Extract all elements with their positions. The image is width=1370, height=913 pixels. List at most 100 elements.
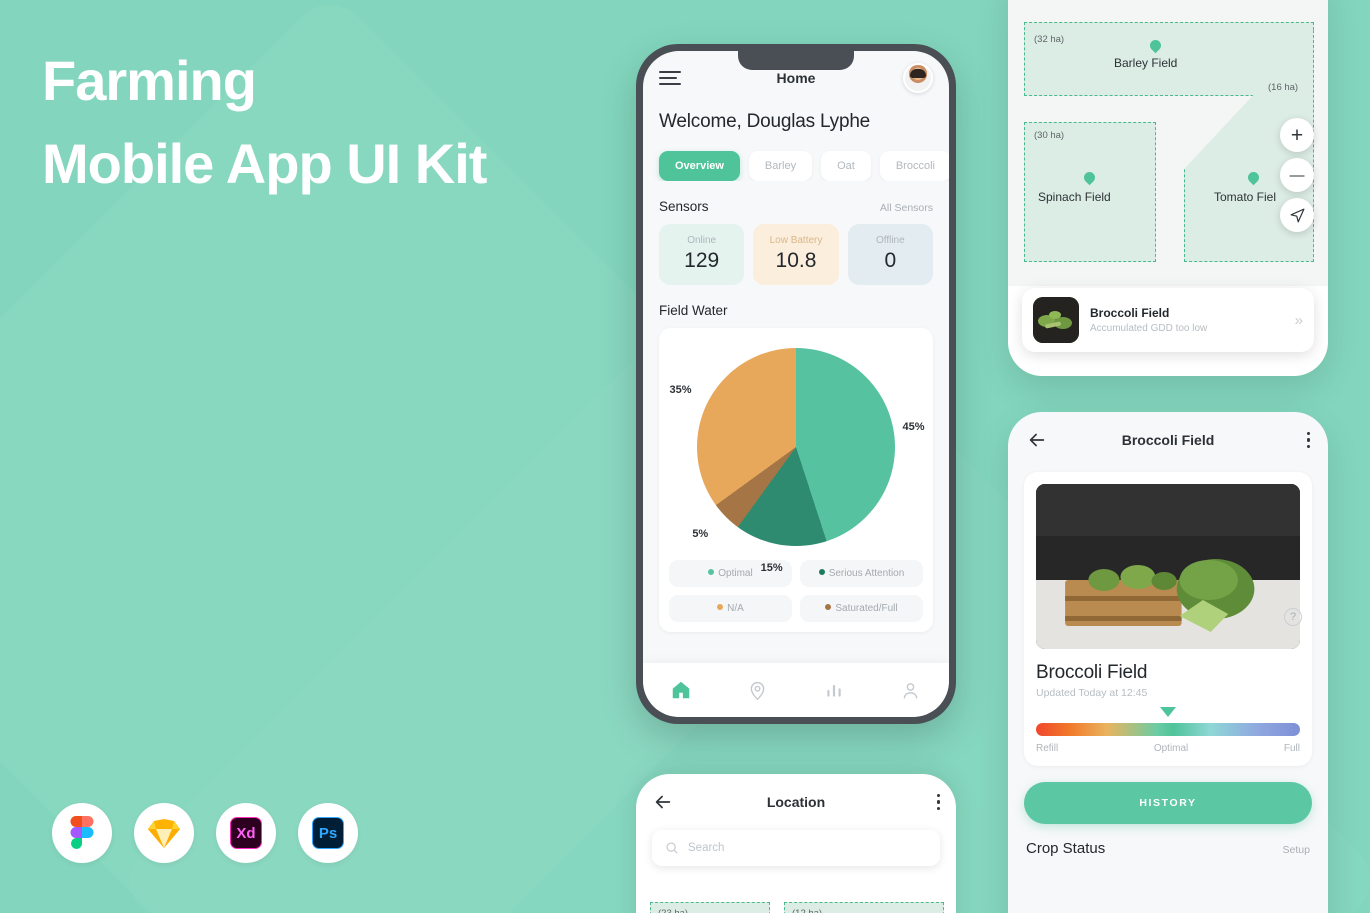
- pie-label-saturated-full: 5%: [692, 527, 709, 540]
- nav-home[interactable]: [643, 679, 720, 701]
- help-icon[interactable]: ?: [1284, 608, 1302, 626]
- crop-status-header: Crop Status Setup: [1008, 840, 1328, 857]
- figma-logo-badge: [52, 803, 112, 863]
- legend-dot-saturated-full: [825, 604, 832, 610]
- scale-label-refill: Refill: [1036, 743, 1059, 754]
- sensors-title: Sensors: [659, 199, 709, 214]
- stat-offline-value: 0: [884, 249, 897, 272]
- tab-oat[interactable]: Oat: [821, 151, 871, 181]
- stat-low-battery-value: 10.8: [775, 249, 817, 272]
- sketch-logo-icon: [148, 818, 180, 848]
- field-water-title: Field Water: [659, 303, 728, 318]
- search-input[interactable]: Search: [652, 830, 940, 866]
- legend-dot-optimal: [708, 569, 715, 575]
- crop-status-setup-link[interactable]: Setup: [1283, 844, 1310, 856]
- figma-logo-icon: [70, 816, 94, 849]
- bar-chart-icon: [827, 685, 841, 697]
- person-icon: [903, 682, 918, 698]
- locate-me-button[interactable]: [1280, 198, 1314, 232]
- history-button[interactable]: HISTORY: [1024, 782, 1312, 824]
- map-info-card[interactable]: Broccoli Field Accumulated GDD too low »: [1022, 288, 1314, 352]
- map-surface[interactable]: (32 ha) Barley Field (30 ha) Spinach Fie…: [1008, 0, 1328, 286]
- nav-location[interactable]: [720, 680, 797, 701]
- zoom-out-button[interactable]: —: [1280, 158, 1314, 192]
- menu-icon[interactable]: [659, 71, 681, 85]
- phone-home-mockup: Home Welcome, Douglas Lyphe Overview Bar…: [636, 44, 956, 724]
- map-label-barley: Barley Field: [1114, 56, 1178, 70]
- tab-barley[interactable]: Barley: [748, 151, 813, 181]
- adobe-xd-logo-badge: Xd: [216, 803, 276, 863]
- pie-label-na: 35%: [669, 383, 692, 396]
- field-detail-card: Broccoli Field Broccoli Field Updated To…: [1008, 412, 1328, 913]
- adobe-xd-logo-icon: Xd: [230, 817, 262, 849]
- tab-overview[interactable]: Overview: [659, 151, 740, 181]
- hero-title: Farming Mobile App UI Kit: [42, 40, 487, 206]
- overflow-menu-icon[interactable]: [936, 793, 940, 811]
- legend-item-serious-attention[interactable]: Serious Attention: [800, 560, 923, 587]
- bottom-tab-bar: [643, 663, 949, 717]
- location-plot-2-area: (12 ha): [792, 908, 822, 913]
- minus-icon: —: [1289, 166, 1305, 184]
- tab-broccoli[interactable]: Broccoli: [879, 151, 949, 181]
- moisture-scale-labels: Refill Optimal Full: [1036, 743, 1300, 754]
- field-name: Broccoli Field: [1036, 662, 1148, 683]
- nav-profile[interactable]: [873, 680, 950, 701]
- legend-item-na[interactable]: N/A: [669, 595, 792, 622]
- photoshop-logo-icon: Ps: [312, 817, 344, 849]
- location-appbar: Location: [636, 774, 956, 830]
- phone-notch: [738, 51, 854, 70]
- hero-line-2: Mobile App UI Kit: [42, 131, 487, 195]
- hero-line-1: Farming: [42, 49, 257, 112]
- zoom-in-button[interactable]: +: [1280, 118, 1314, 152]
- photoshop-logo-badge: Ps: [298, 803, 358, 863]
- welcome-text: Welcome, Douglas Lyphe: [659, 111, 871, 132]
- navigation-arrow-icon: [1290, 208, 1304, 222]
- detail-page-title: Broccoli Field: [1121, 432, 1215, 448]
- sensor-stat-row: Online 129 Low Battery 10.8 Offline 0: [643, 214, 949, 285]
- legend-item-saturated-full[interactable]: Saturated/Full: [800, 595, 923, 622]
- pie-chart-graphic: [697, 348, 895, 546]
- phone-location-mockup: Location Search (23 ha) (12 ha): [636, 774, 956, 913]
- field-updated-time: Updated Today at 12:45: [1036, 687, 1148, 699]
- map-card: (32 ha) Barley Field (30 ha) Spinach Fie…: [1008, 0, 1328, 376]
- broccoli-photo-image: [1036, 484, 1300, 649]
- field-water-section-header: Field Water: [643, 285, 949, 318]
- stat-low-battery-label: Low Battery: [769, 235, 823, 246]
- crop-status-title: Crop Status: [1026, 840, 1106, 857]
- legend-dot-na: [717, 604, 724, 610]
- map-label-spinach: Spinach Field: [1038, 190, 1111, 204]
- all-sensors-link[interactable]: All Sensors: [880, 202, 933, 214]
- map-info-subtitle: Accumulated GDD too low: [1090, 323, 1208, 334]
- field-water-card: 45% 15% 5% 35% Optimal Serious Attention…: [659, 328, 933, 632]
- legend-label-na: N/A: [727, 603, 744, 614]
- scale-label-optimal: Optimal: [1153, 743, 1189, 754]
- stat-offline[interactable]: Offline 0: [847, 224, 933, 285]
- map-info-title: Broccoli Field: [1090, 306, 1170, 320]
- plus-icon: +: [1290, 123, 1304, 147]
- chevron-right-icon[interactable]: »: [1295, 312, 1303, 329]
- legend-label-optimal: Optimal: [718, 568, 753, 579]
- location-plot-1-area: (23 ha): [658, 908, 688, 913]
- search-placeholder: Search: [688, 842, 725, 854]
- crop-tab-list: Overview Barley Oat Broccoli Spinach: [643, 133, 949, 181]
- nav-stats[interactable]: [796, 680, 873, 700]
- broccoli-thumbnail-image: [1033, 297, 1079, 343]
- moisture-indicator-caret: [1160, 707, 1176, 717]
- legend-label-saturated-full: Saturated/Full: [835, 603, 898, 614]
- overflow-menu-icon[interactable]: [1306, 431, 1310, 449]
- field-summary-card: Broccoli Field Updated Today at 12:45 ? …: [1024, 472, 1312, 766]
- stat-offline-label: Offline: [875, 235, 905, 246]
- avatar[interactable]: [903, 63, 933, 93]
- map-plot-spinach-area: (30 ha): [1034, 130, 1065, 141]
- moisture-gradient-bar[interactable]: [1036, 723, 1300, 736]
- home-screen: Home Welcome, Douglas Lyphe Overview Bar…: [643, 51, 949, 717]
- pie-label-serious-attention: 15%: [760, 562, 783, 575]
- stat-online[interactable]: Online 129: [659, 224, 745, 285]
- home-icon: [673, 681, 690, 699]
- back-arrow-icon[interactable]: [652, 791, 674, 813]
- broccoli-thumbnail: [1033, 297, 1079, 343]
- stat-low-battery[interactable]: Low Battery 10.8: [753, 224, 839, 285]
- pie-legend: Optimal Serious Attention N/A Saturated/…: [669, 552, 923, 622]
- back-arrow-icon[interactable]: [1026, 429, 1048, 451]
- map-plot-barley-area: (32 ha): [1034, 34, 1065, 45]
